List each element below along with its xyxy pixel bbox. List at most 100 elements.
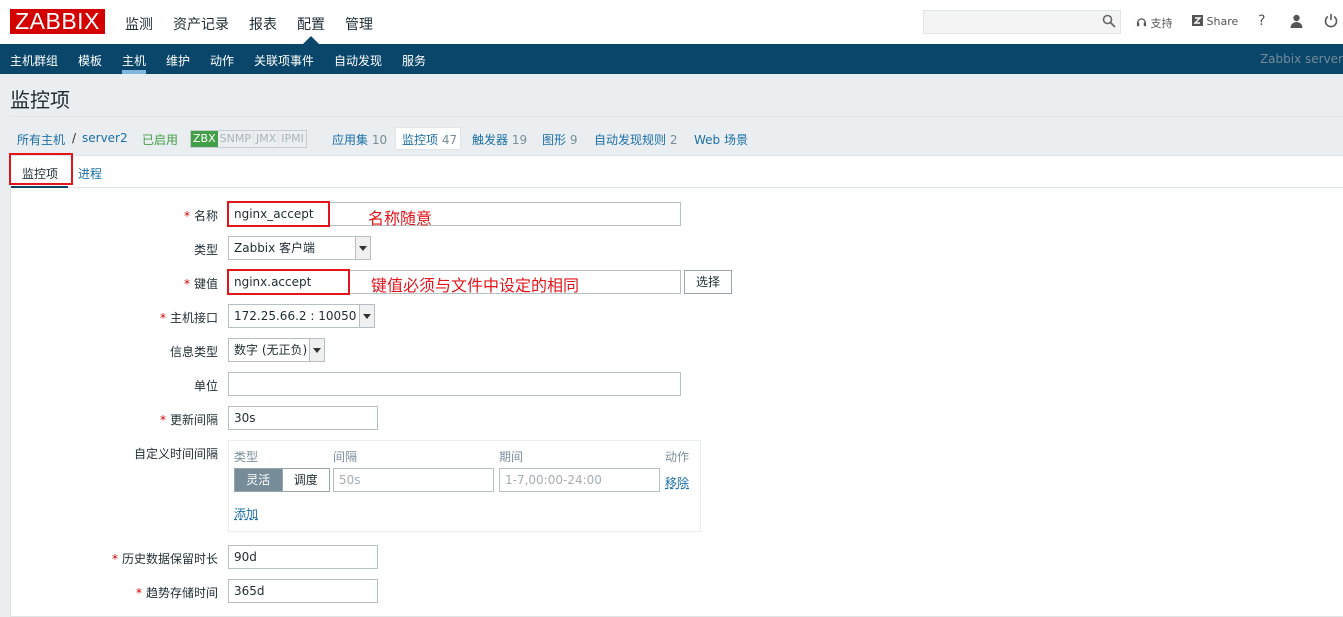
nav-actions[interactable]: 动作: [210, 52, 234, 69]
nav-templates[interactable]: 模板: [78, 52, 102, 69]
menu-reports[interactable]: 报表: [249, 14, 277, 34]
zbx-badge: ZBX: [191, 131, 218, 147]
share-link[interactable]: Share: [1192, 15, 1238, 28]
host-status[interactable]: 已启用: [142, 131, 178, 148]
nav-active-indicator: [122, 70, 146, 74]
chevron-down-icon: [355, 237, 370, 259]
add-link[interactable]: 添加: [234, 505, 258, 522]
support-label: 支持: [1150, 17, 1173, 30]
highlight-tab-box: [9, 153, 73, 185]
col-action: 动作: [665, 450, 690, 464]
history-label: * 历史数据保留时长: [111, 552, 218, 566]
interval-label: * 更新间隔: [159, 413, 218, 427]
nav-services[interactable]: 服务: [402, 52, 426, 69]
type-select-value: Zabbix 客户端: [234, 241, 316, 255]
highlight-name-box: [227, 201, 330, 227]
nav-discovery[interactable]: 自动发现: [334, 52, 382, 69]
availability-badges: ZBX SNMP JMX IPMI: [190, 130, 307, 148]
snmp-badge: SNMP: [218, 131, 254, 147]
interface-select[interactable]: 172.25.66.2 : 10050: [228, 304, 375, 328]
headset-icon: [1136, 18, 1147, 27]
annotation-name: 名称随意: [368, 209, 433, 228]
type-label: 类型: [193, 243, 218, 257]
zabbix-logo[interactable]: ZABBIX: [10, 9, 105, 34]
breadcrumb-separator: /: [72, 131, 77, 145]
annotation-key: 键值必须与文件中设定的相同: [371, 276, 580, 295]
share-z-icon: [1192, 15, 1203, 26]
trends-label: * 趋势存储时间: [135, 586, 218, 600]
title-divider: [10, 116, 1343, 117]
applications-count: 10: [371, 133, 388, 147]
triggers-count: 19: [511, 133, 528, 147]
top-header: ZABBIX 监测 资产记录 报表 配置 管理 支持 Share ?: [0, 0, 1343, 44]
page-title: 监控项: [10, 88, 70, 112]
active-menu-caret: [303, 36, 319, 44]
info-type-select-value: 数字 (无正负): [234, 343, 308, 357]
interval-input[interactable]: 30s: [228, 406, 378, 430]
discovery-rules-label: 自动发现规则: [594, 133, 667, 147]
graphs-link[interactable]: 图形 9: [542, 131, 577, 148]
items-label: 监控项: [402, 133, 439, 147]
form-tabs: 监控项 进程: [11, 156, 1343, 188]
history-input[interactable]: 90d: [228, 545, 378, 569]
custom-period-input[interactable]: 1-7,00:00-24:00: [499, 468, 660, 492]
trends-input[interactable]: 365d: [228, 579, 378, 603]
search-icon[interactable]: [1102, 14, 1116, 28]
chevron-down-icon: [309, 339, 324, 361]
highlight-key-box: [227, 269, 350, 295]
units-input[interactable]: [228, 372, 681, 396]
interface-select-value: 172.25.66.2 : 10050: [234, 309, 357, 323]
menu-inventory[interactable]: 资产记录: [173, 14, 229, 34]
tab-preprocessing[interactable]: 进程: [78, 165, 102, 182]
all-hosts-link[interactable]: 所有主机: [17, 131, 65, 148]
interface-label: * 主机接口: [159, 311, 218, 325]
items-link[interactable]: 监控项 47: [402, 131, 457, 148]
units-label: 单位: [193, 379, 218, 393]
support-link[interactable]: 支持: [1136, 15, 1173, 31]
triggers-link[interactable]: 触发器 19: [472, 131, 527, 148]
sign-out-icon[interactable]: [1324, 13, 1338, 28]
server-name: Zabbix server: [1259, 52, 1343, 66]
jmx-badge: JMX: [254, 131, 280, 147]
triggers-label: 触发器: [472, 133, 509, 147]
discovery-rules-count: 2: [669, 133, 678, 147]
graphs-label: 图形: [542, 133, 567, 147]
custom-intervals-label: 自定义时间间隔: [133, 447, 218, 461]
discovery-rules-link[interactable]: 自动发现规则 2: [594, 131, 677, 148]
info-type-label: 信息类型: [169, 345, 218, 359]
select-key-button[interactable]: 选择: [684, 270, 732, 294]
graphs-count: 9: [569, 133, 578, 147]
nav-correlation[interactable]: 关联项事件: [254, 52, 314, 69]
col-interval: 间隔: [333, 450, 358, 464]
menu-configuration[interactable]: 配置: [297, 14, 325, 34]
applications-label: 应用集: [332, 133, 369, 147]
flexible-option[interactable]: 灵活: [235, 469, 282, 491]
chevron-down-icon: [359, 305, 374, 327]
help-icon[interactable]: ?: [1258, 13, 1265, 29]
menu-administration[interactable]: 管理: [345, 14, 373, 34]
share-label: Share: [1206, 15, 1239, 28]
key-label: * 键值: [183, 277, 218, 291]
info-type-select[interactable]: 数字 (无正负): [228, 338, 325, 362]
remove-link[interactable]: 移除: [665, 474, 689, 491]
nav-hosts[interactable]: 主机: [122, 52, 146, 69]
menu-monitoring[interactable]: 监测: [125, 14, 153, 34]
tab-active-underline: [11, 186, 68, 188]
applications-link[interactable]: 应用集 10: [332, 131, 387, 148]
host-link[interactable]: server2: [82, 131, 128, 145]
name-label: * 名称: [183, 209, 218, 223]
custom-interval-input[interactable]: 50s: [333, 468, 494, 492]
type-select[interactable]: Zabbix 客户端: [228, 236, 371, 260]
sub-navigation: 主机群组 模板 主机 维护 动作 关联项事件 自动发现 服务 Zabbix se…: [0, 44, 1343, 74]
search-input[interactable]: [923, 10, 1121, 34]
web-scenarios-link[interactable]: Web 场景: [694, 131, 748, 148]
col-type: 类型: [234, 450, 259, 464]
custom-intervals-table: 类型 间隔 期间 动作 灵活 调度 50s 1-7,00:00-24:00 移除…: [228, 440, 701, 532]
scheduling-option[interactable]: 调度: [281, 469, 330, 491]
nav-maintenance[interactable]: 维护: [166, 52, 190, 69]
nav-host-groups[interactable]: 主机群组: [10, 52, 58, 69]
user-profile-icon[interactable]: [1290, 14, 1303, 28]
items-count: 47: [441, 133, 458, 147]
col-period: 期间: [499, 450, 524, 464]
interval-type-toggle: 灵活 调度: [234, 468, 330, 492]
